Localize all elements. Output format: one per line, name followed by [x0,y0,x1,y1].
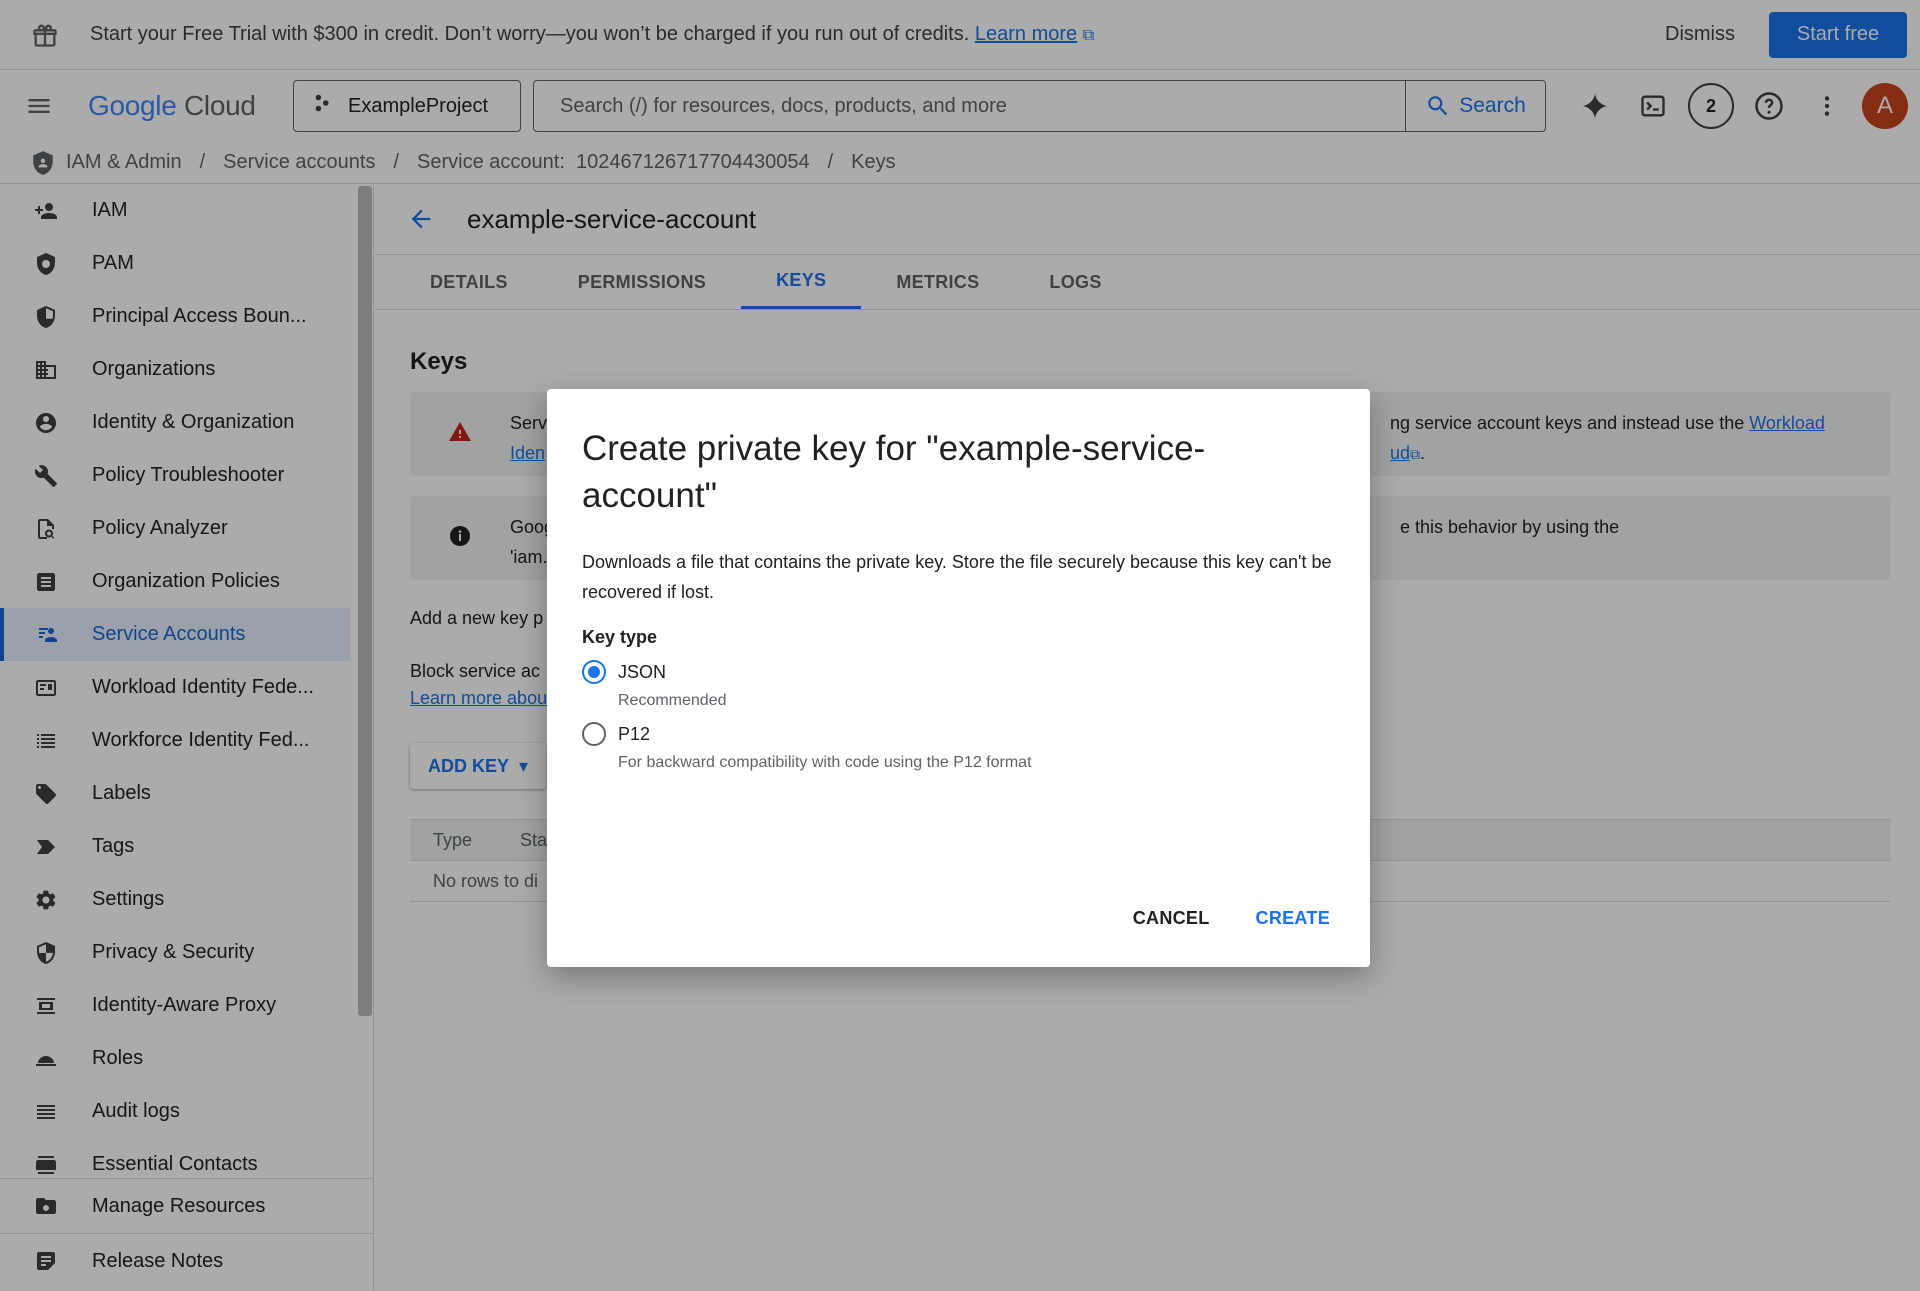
option-sub-p12: For backward compatibility with code usi… [618,754,1032,771]
option-sub-json: Recommended [618,692,727,709]
option-label-p12[interactable]: P12 [618,724,650,745]
option-label-json[interactable]: JSON [618,662,666,683]
dialog-title: Create private key for "example-service-… [582,429,1206,515]
key-type-label: Key type [582,627,658,647]
create-button[interactable]: CREATE [1256,908,1330,929]
radio-p12[interactable] [582,722,606,746]
key-type-option-p12[interactable]: P12 For backward compatibility with code… [582,722,1335,772]
cancel-button[interactable]: CANCEL [1133,908,1210,929]
dialog-description: Downloads a file that contains the priva… [582,552,1332,602]
key-type-option-json[interactable]: JSON Recommended [582,660,1335,710]
create-key-dialog: Create private key for "example-service-… [547,389,1370,967]
radio-json[interactable] [582,660,606,684]
